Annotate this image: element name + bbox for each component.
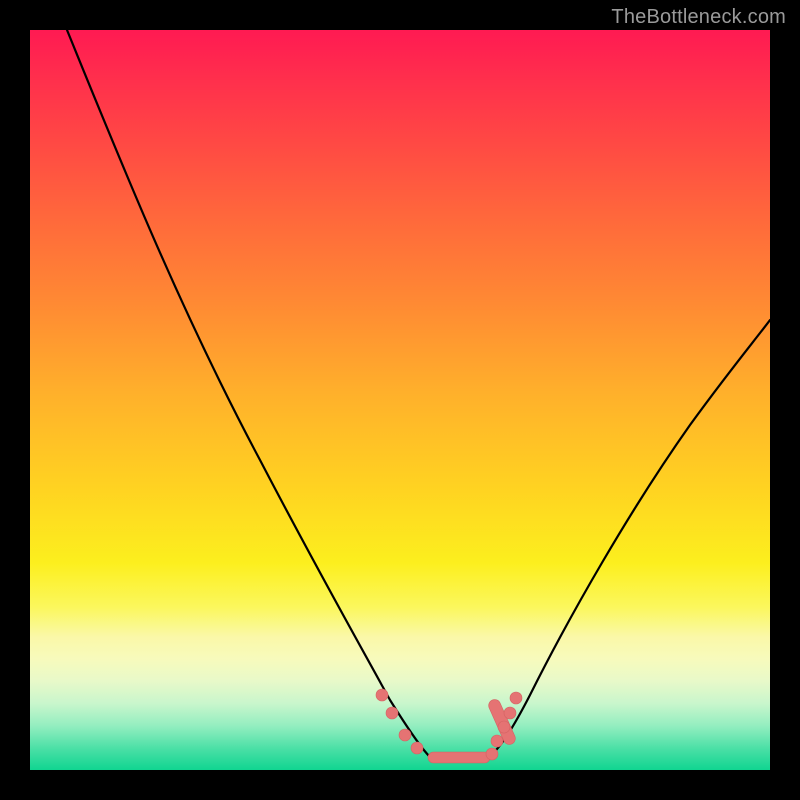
marker-dot [411, 742, 423, 754]
marker-dot [491, 735, 503, 747]
marker-dot [386, 707, 398, 719]
marker-dot [504, 707, 516, 719]
marker-dot [399, 729, 411, 741]
watermark-text: TheBottleneck.com [611, 6, 786, 29]
curve-layer [30, 30, 770, 770]
marker-group [376, 689, 522, 763]
chart-frame: TheBottleneck.com [0, 0, 800, 800]
plot-area [30, 30, 770, 770]
marker-dot [510, 692, 522, 704]
bottleneck-curve-right [489, 320, 770, 757]
marker-dot [498, 721, 510, 733]
bottleneck-curve-left [67, 30, 430, 757]
marker-dot [376, 689, 388, 701]
marker-dot [486, 748, 498, 760]
marker-floor-pill [428, 752, 490, 763]
